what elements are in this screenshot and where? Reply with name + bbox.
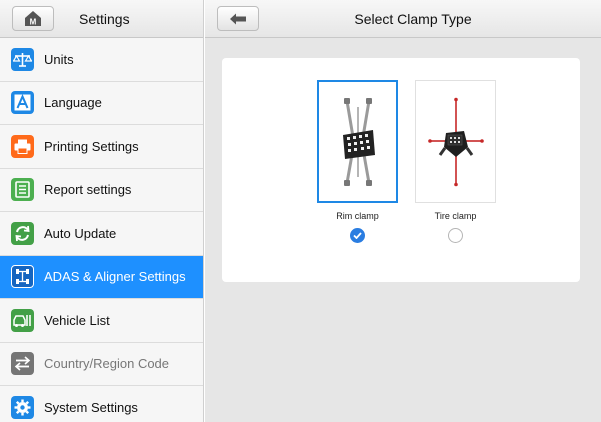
svg-text:M: M — [30, 18, 37, 27]
vehicle-list-icon — [11, 308, 34, 332]
main-panel: Select Clamp Type Rim clamp Tire clamp — [205, 0, 601, 422]
settings-sidebar: M Settings Units Language Printing Setti… — [0, 0, 204, 422]
scale-icon — [11, 47, 34, 71]
page-title: Select Clamp Type — [354, 11, 472, 27]
sidebar-item-label: Units — [44, 51, 74, 67]
tire-clamp-image[interactable] — [415, 80, 496, 203]
sidebar-item-report-settings[interactable]: Report settings — [0, 168, 203, 212]
printer-icon — [11, 134, 34, 158]
option-label: Rim clamp — [336, 211, 379, 221]
sidebar-header: M Settings — [0, 0, 203, 38]
report-icon — [11, 178, 34, 202]
sidebar-item-language[interactable]: Language — [0, 81, 203, 125]
swap-arrows-icon — [11, 352, 34, 376]
sidebar-item-label: ADAS & Aligner Settings — [44, 269, 186, 285]
sidebar-item-printing-settings[interactable]: Printing Settings — [0, 125, 203, 169]
m-home-icon: M — [25, 11, 41, 27]
adas-icon — [11, 265, 34, 289]
clamp-type-card: Rim clamp Tire clamp — [222, 58, 580, 282]
rim-clamp-radio[interactable] — [350, 228, 365, 243]
sidebar-title: Settings — [79, 11, 130, 27]
update-arrows-icon — [11, 221, 34, 245]
tire-clamp-illustration — [427, 97, 484, 186]
checkmark-icon — [353, 232, 362, 239]
sidebar-item-label: Vehicle List — [44, 312, 110, 328]
rim-clamp-option[interactable]: Rim clamp — [317, 80, 398, 243]
tire-clamp-option[interactable]: Tire clamp — [415, 80, 496, 243]
sidebar-item-label: Auto Update — [44, 225, 117, 241]
sidebar-item-system-settings[interactable]: System Settings — [0, 386, 203, 422]
rim-clamp-illustration — [342, 97, 375, 186]
home-button[interactable]: M — [12, 6, 54, 31]
letter-a-icon — [11, 91, 34, 115]
sidebar-item-vehicle-list[interactable]: Vehicle List — [0, 299, 203, 343]
sidebar-item-adas-aligner-settings[interactable]: ADAS & Aligner Settings — [0, 255, 203, 299]
sidebar-item-label: Report settings — [44, 182, 132, 198]
tire-clamp-radio[interactable] — [448, 228, 463, 243]
sidebar-item-auto-update[interactable]: Auto Update — [0, 212, 203, 256]
sidebar-item-units[interactable]: Units — [0, 38, 203, 82]
option-label: Tire clamp — [434, 211, 477, 221]
sidebar-item-country-region-code[interactable]: Country/Region Code — [0, 342, 203, 386]
sidebar-item-label: System Settings — [44, 399, 138, 415]
sidebar-item-label: Printing Settings — [44, 138, 139, 154]
main-header: Select Clamp Type — [205, 0, 601, 38]
sidebar-item-label: Language — [44, 95, 102, 111]
gear-icon — [11, 395, 34, 419]
sidebar-item-label: Country/Region Code — [44, 356, 170, 372]
rim-clamp-image[interactable] — [317, 80, 398, 203]
